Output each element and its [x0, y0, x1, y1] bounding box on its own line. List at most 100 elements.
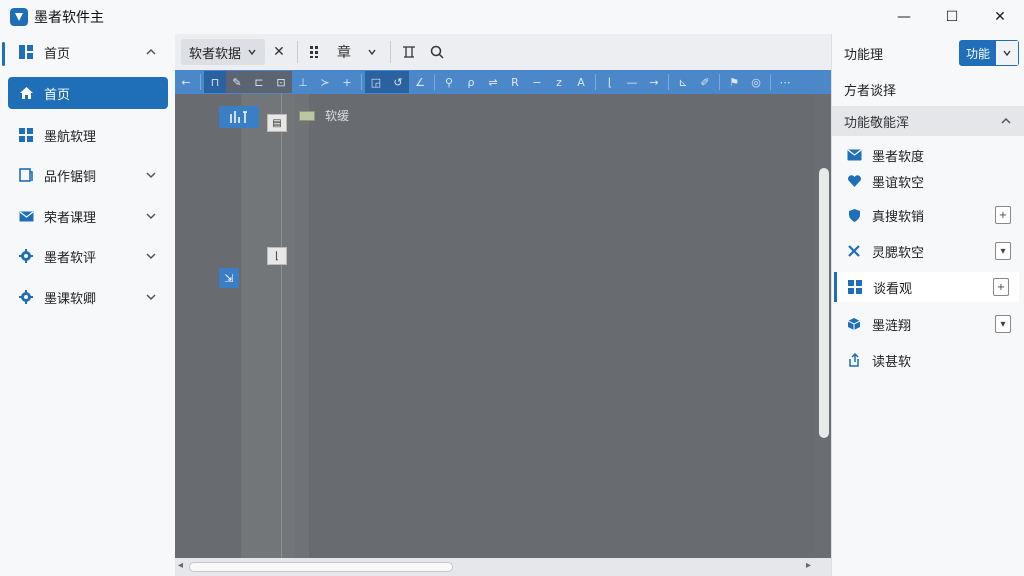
chevron-down-icon[interactable] — [358, 38, 386, 66]
ribbon-separator — [668, 74, 669, 90]
canvas-node-frame[interactable]: ▤ — [267, 114, 287, 132]
cube-icon — [846, 316, 862, 332]
sidebar-item-6[interactable]: 墨课软卿 — [8, 281, 168, 313]
scroll-right-icon[interactable]: ▸ — [806, 560, 811, 571]
dashboard-icon — [18, 44, 34, 60]
search-icon[interactable] — [423, 38, 451, 66]
vertical-scrollbar[interactable] — [815, 94, 831, 558]
more-icon[interactable]: ⋯ — [774, 71, 796, 93]
marker-icon[interactable]: ⚲ — [438, 71, 460, 93]
measure-icon[interactable]: z — [548, 71, 570, 93]
title-bar: 墨者软件主 — ☐ ✕ — [0, 0, 1024, 34]
document-tab[interactable]: 软者软据 — [181, 39, 266, 65]
format-icon[interactable] — [395, 38, 423, 66]
angle-icon[interactable]: ∠ — [409, 71, 431, 93]
back-arrow-icon[interactable]: ← — [175, 71, 197, 93]
toolbar-text-button[interactable]: 章 — [330, 38, 358, 66]
chevron-down-icon[interactable] — [144, 249, 158, 263]
panel-item-5[interactable]: 谈看观 + — [834, 272, 1019, 302]
panel-item-3[interactable]: 真搜软销 + — [836, 200, 1021, 230]
panel-subtitle: 方者谈择 — [844, 84, 897, 99]
reflect-icon[interactable]: ⇌ — [482, 71, 504, 93]
sidebar-item-4[interactable]: 荣者课理 — [8, 200, 168, 232]
vertical-scroll-thumb[interactable] — [819, 168, 829, 438]
canvas-node-chart[interactable] — [219, 106, 259, 128]
bracket-icon[interactable]: ⊏ — [248, 71, 270, 93]
sidebar-header-label: 首页 — [44, 46, 71, 62]
minus-icon[interactable]: − — [526, 71, 548, 93]
expand-box-icon[interactable]: + — [995, 206, 1011, 224]
function-select-value: 功能 — [960, 41, 996, 65]
panel-item-label: 谈看观 — [873, 281, 913, 297]
canvas-node-corner[interactable]: ⌊ — [267, 247, 287, 265]
horizontal-scrollbar[interactable]: ◂ ▸ — [175, 558, 831, 576]
design-canvas[interactable]: ▤ 软缓 ⌊ ⇲ — [175, 94, 831, 558]
branch-icon[interactable]: ⊾ — [672, 71, 694, 93]
rotate-icon[interactable]: ↺ — [387, 71, 409, 93]
canvas-node-export[interactable]: ⇲ — [219, 268, 239, 288]
arrow-right-icon[interactable]: → — [643, 71, 665, 93]
chevron-down-icon[interactable] — [144, 209, 158, 223]
sidebar-header-home[interactable]: 首页 — [8, 36, 168, 68]
text-tool-icon[interactable]: A — [570, 71, 592, 93]
flag-icon[interactable]: ⚑ — [723, 71, 745, 93]
expand-box-icon[interactable]: ▾ — [995, 242, 1011, 260]
sidebar-item-2[interactable]: 墨航软理 — [8, 119, 168, 151]
anchor-icon[interactable]: ⊥ — [292, 71, 314, 93]
waveform-icon[interactable]: ⊓ — [204, 71, 226, 93]
function-select[interactable]: 功能 — [959, 40, 1019, 66]
sidebar-item-label: 墨课软卿 — [44, 291, 97, 307]
panel-item-label: 墨涟翔 — [872, 318, 912, 334]
target-icon[interactable]: ◎ — [745, 71, 767, 93]
sidebar: 首页 首页 墨航软理 品作锯铜 荣者课理 墨者软评 墨课软卿 — [0, 34, 175, 576]
chevron-down-icon[interactable] — [144, 168, 158, 182]
panel-item-6[interactable]: 墨涟翔 ▾ — [836, 309, 1021, 339]
layer-icon[interactable]: ⊡ — [270, 71, 292, 93]
panel-item-4[interactable]: 灵腮软空 ▾ — [836, 236, 1021, 266]
expand-box-icon[interactable]: ▾ — [995, 315, 1011, 333]
expand-box-icon[interactable]: + — [993, 278, 1009, 296]
corner-icon[interactable]: ⌊ — [599, 71, 621, 93]
panel-item-label: 真搜软销 — [872, 209, 925, 225]
horizontal-scroll-thumb[interactable] — [189, 562, 453, 572]
panel-item-label: 灵腮软空 — [872, 245, 925, 261]
brush-icon[interactable]: ✐ — [694, 71, 716, 93]
curve-icon[interactable]: ≻ — [314, 71, 336, 93]
chevron-up-icon — [1001, 117, 1011, 124]
top-toolbar: 软者软据 ✕ 章 — [175, 34, 831, 70]
heart-icon — [846, 173, 862, 189]
node-icon[interactable]: ◲ — [365, 71, 387, 93]
pen-icon[interactable]: ✎ — [226, 71, 248, 93]
panel-item-label: 墨者软度 — [872, 149, 925, 165]
plus-icon[interactable]: + — [336, 71, 358, 93]
canvas-node-chip[interactable] — [299, 111, 315, 121]
scroll-left-icon[interactable]: ◂ — [178, 560, 183, 571]
canvas-guide-line — [281, 94, 282, 558]
canvas-node-label: 软缓 — [325, 109, 350, 123]
close-tab-icon[interactable]: ✕ — [265, 38, 293, 66]
line-icon[interactable]: — — [621, 71, 643, 93]
chevron-down-icon[interactable] — [996, 41, 1018, 65]
minimize-button[interactable]: — — [880, 0, 928, 34]
maximize-button[interactable]: ☐ — [928, 0, 976, 34]
sidebar-item-3[interactable]: 品作锯铜 — [8, 159, 168, 191]
grid-icon — [18, 127, 34, 143]
point-icon[interactable]: ρ — [460, 71, 482, 93]
sidebar-accent-bar — [2, 42, 5, 66]
close-button[interactable]: ✕ — [976, 0, 1024, 34]
ribbon-separator — [719, 74, 720, 90]
app-title: 墨者软件主 — [34, 10, 104, 26]
toolbar-separator — [297, 41, 299, 63]
sidebar-item-5[interactable]: 墨者软评 — [8, 240, 168, 272]
panel-item-label: 读甚软 — [872, 354, 912, 370]
panel-item-2[interactable]: 墨谊软空 — [836, 166, 1021, 196]
ribbon-separator — [770, 74, 771, 90]
sidebar-item-home[interactable]: 首页 — [8, 77, 168, 109]
ribbon-separator — [200, 74, 201, 90]
grid-view-icon[interactable] — [302, 38, 330, 66]
right-panel: 功能理 功能 方者谈择 功能敬能浑 墨者软度 墨谊软空 真搜软销 + 灵腮软空 — [831, 34, 1024, 576]
panel-section-header[interactable]: 功能敬能浑 — [832, 106, 1024, 136]
panel-item-7[interactable]: 读甚软 — [836, 345, 1021, 375]
chevron-down-icon[interactable] — [144, 290, 158, 304]
ruler-icon[interactable]: R — [504, 71, 526, 93]
